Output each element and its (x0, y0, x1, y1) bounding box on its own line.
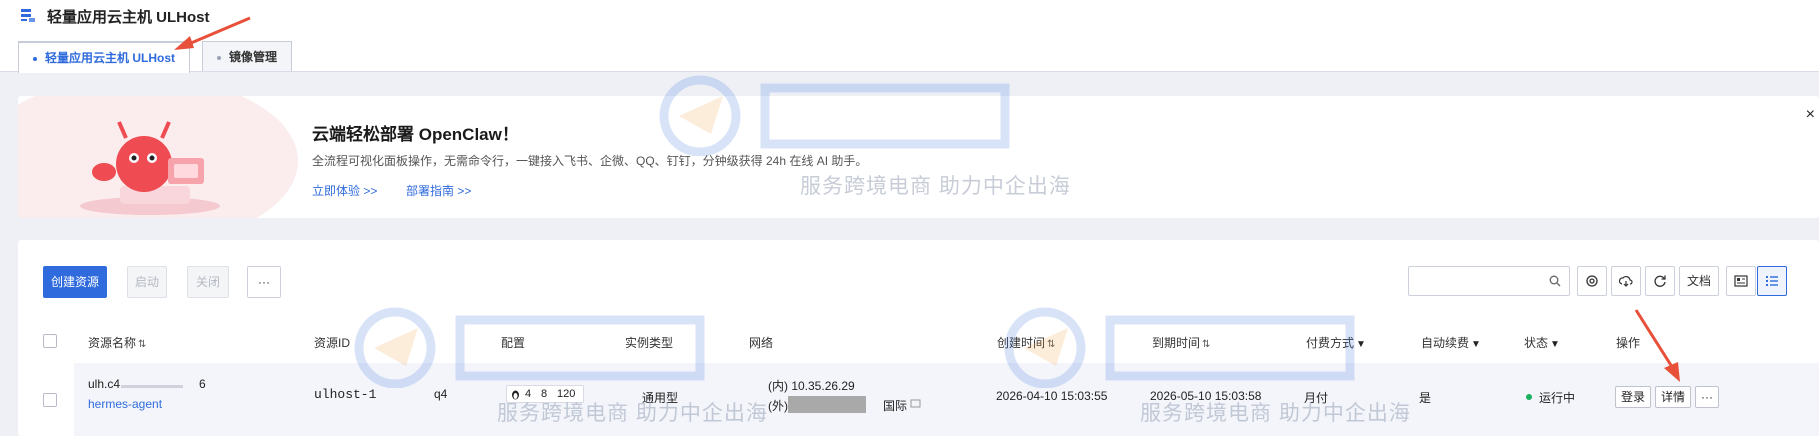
refresh-button[interactable] (1645, 266, 1675, 296)
detail-button[interactable]: 详情 (1655, 386, 1691, 408)
watermark-slogan: 服务跨境电商 助力中企出海 (800, 175, 1071, 198)
card-view-button[interactable] (1726, 266, 1756, 296)
tab-ulhost[interactable]: 轻量应用云主机 ULHost (18, 41, 190, 73)
resource-subtitle-link[interactable]: hermes-agent (88, 397, 162, 411)
redacted-ip (788, 396, 866, 413)
auto-renew: 是 (1419, 391, 1432, 405)
ip-external-label: (外) (768, 399, 788, 413)
start-button[interactable]: 启动 (127, 266, 167, 298)
resource-id-suffix: q4 (434, 387, 448, 401)
list-view-button[interactable] (1757, 266, 1787, 296)
search-input[interactable] (1417, 267, 1547, 295)
filter-icon[interactable]: ▼ (1550, 339, 1560, 350)
resource-name-suffix: 6 (199, 377, 206, 391)
watermark-slogan: 服务跨境电商 助力中企出海 (1140, 402, 1411, 425)
watermark-logo (354, 307, 705, 388)
login-button[interactable]: 登录 (1615, 386, 1651, 408)
crab-mascot-illustration (80, 121, 220, 215)
resource-id: ulhost-1 (314, 387, 377, 402)
status-dot (1526, 394, 1532, 400)
th-name[interactable]: 资源名称 ⇅ (88, 334, 146, 351)
gear-icon (1586, 275, 1598, 287)
tab-dot (33, 57, 37, 61)
card-view-icon (1734, 275, 1748, 287)
tab-label: 轻量应用云主机 ULHost (45, 51, 175, 65)
watermark-logo (659, 75, 1010, 156)
th-id: 资源ID (314, 336, 351, 350)
copy-icon[interactable] (910, 399, 922, 409)
annotation-arrow-detail (1634, 309, 1680, 382)
list-view-icon (1766, 276, 1778, 286)
watermark-slogan: 服务跨境电商 助力中企出海 (497, 402, 768, 425)
filter-icon[interactable]: ▼ (1471, 339, 1481, 350)
cloud-download-icon (1619, 276, 1633, 287)
annotation-arrow-tab (174, 16, 251, 50)
settings-button[interactable] (1577, 266, 1607, 296)
resource-name: ulh.c4 (88, 377, 121, 391)
ip-region: 国际 (883, 399, 908, 413)
table-row: ulh.c4 6 hermes-agent ulhost-1 q4 4 8 12… (74, 363, 1819, 436)
search-box (1408, 266, 1570, 296)
deploy-guide-link[interactable]: 部署指南 >> (406, 182, 471, 199)
top-bar: 轻量应用云主机 ULHost 轻量应用云主机 ULHost 镜像管理 (0, 0, 1819, 73)
create-resource-button[interactable]: 创建资源 (43, 266, 107, 298)
th-status[interactable]: 状态 ▼ (1524, 334, 1560, 351)
row-checkbox[interactable] (43, 393, 57, 407)
try-now-link[interactable]: 立即体验 >> (312, 182, 377, 199)
redacted-name (121, 385, 183, 388)
docs-button[interactable]: 文档 (1679, 266, 1719, 296)
th-network: 网络 (749, 336, 774, 350)
select-all-checkbox[interactable] (43, 334, 57, 348)
download-button[interactable] (1611, 266, 1641, 296)
watermark-logo (1004, 307, 1355, 388)
ip-internal: (内) 10.35.26.29 (768, 379, 855, 393)
banner-title: 云端轻松部署 OpenClaw！ (312, 125, 519, 144)
table-header: 资源名称⇅ 资源ID 配置 实例类型 网络 创建时间⇅ 到期时间⇅ 付费方式▼ … (18, 322, 1819, 360)
row-more-button[interactable]: ··· (1695, 386, 1719, 408)
refresh-icon (1654, 275, 1666, 287)
th-auto-renew[interactable]: 自动续费 ▼ (1421, 334, 1481, 351)
stop-button[interactable]: 关闭 (187, 266, 229, 298)
banner-close-button[interactable]: × (1806, 106, 1815, 124)
sort-icon[interactable]: ⇅ (138, 339, 146, 350)
more-actions-button[interactable]: ··· (247, 266, 281, 298)
resource-panel: 创建资源 启动 关闭 ··· 文档 资源名称 ⇅ 资源ID 配置 实例类型 网络… (18, 240, 1819, 436)
tab-dot (217, 56, 221, 60)
created-time: 2026-04-10 15:03:55 (996, 389, 1108, 403)
search-icon (1549, 275, 1561, 287)
status-badge: 运行中 (1539, 391, 1576, 405)
server-icon (21, 9, 35, 22)
